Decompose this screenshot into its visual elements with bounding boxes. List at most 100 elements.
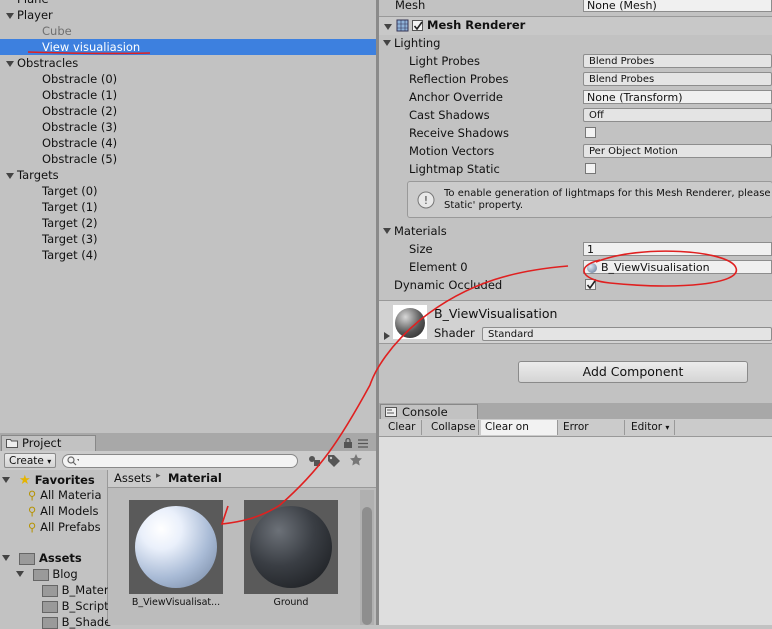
component-enabled-checkbox[interactable] (412, 20, 423, 31)
anchor-override-field[interactable]: None (Transform) (583, 90, 772, 104)
motion-vectors-dropdown[interactable]: Per Object Motion (583, 144, 772, 158)
clear-on-play-button[interactable]: Clear on Play (481, 420, 558, 448)
reflection-probes-row: Reflection Probes Blend Probes (379, 70, 772, 88)
hierarchy-item[interactable]: Target (0) (0, 183, 376, 199)
cast-shadows-dropdown[interactable]: Off (583, 108, 772, 122)
hierarchy-item[interactable]: Target (1) (0, 199, 376, 215)
chevron-down-icon[interactable] (6, 13, 14, 19)
size-field[interactable]: 1 (583, 242, 772, 256)
collapse-button[interactable]: Collapse (427, 420, 479, 435)
favorite-all-materials[interactable]: ⚲ All Materia (28, 488, 102, 502)
light-probes-dropdown[interactable]: Blend Probes (583, 54, 772, 68)
hierarchy-item-label: Obstracle (1) (42, 88, 118, 102)
chevron-down-icon[interactable] (2, 476, 10, 483)
hierarchy-item[interactable]: Target (3) (0, 231, 376, 247)
tab-project[interactable]: Project (1, 435, 96, 451)
filter-by-type-icon[interactable] (307, 454, 321, 467)
console-log-area[interactable] (379, 437, 772, 625)
hierarchy-item[interactable]: Obstracle (5) (0, 151, 376, 167)
folder-b-materials[interactable]: B_Mater (42, 583, 109, 597)
lock-icon[interactable] (343, 438, 353, 448)
anchor-override-label: Anchor Override (409, 90, 503, 104)
hierarchy-item[interactable]: Obstracle (0) (0, 71, 376, 87)
hierarchy-item[interactable]: Obstracle (4) (0, 135, 376, 151)
folder-b-shaders[interactable]: B_Shade (42, 615, 111, 629)
hierarchy-item-label: Player (17, 8, 53, 22)
hierarchy-item[interactable]: Obstracle (2) (0, 103, 376, 119)
folder-label: B_Shade (61, 615, 112, 629)
breadcrumb-assets[interactable]: Assets (114, 471, 151, 485)
scrollbar-track[interactable] (360, 490, 374, 625)
materials-row[interactable]: Materials (379, 222, 772, 240)
hierarchy-item[interactable]: Targets (0, 167, 376, 183)
chevron-down-icon[interactable] (383, 40, 391, 46)
hierarchy-item[interactable]: Plane (0, 0, 376, 7)
folder-label: B_Script (61, 599, 109, 613)
asset-thumb-view-visualisation[interactable] (129, 500, 223, 594)
favorite-all-models[interactable]: ⚲ All Models (28, 504, 99, 518)
breadcrumb-separator-icon: ▸ (156, 471, 161, 481)
lightmap-static-row: Lightmap Static (379, 160, 772, 178)
hierarchy-item-label: Target (0) (42, 184, 98, 198)
assets-header[interactable]: Assets (2, 551, 82, 565)
scrollbar-thumb[interactable] (362, 507, 372, 625)
clear-button[interactable]: Clear (384, 420, 422, 435)
mesh-label: Mesh (395, 0, 426, 12)
inspector-panel: Mesh None (Mesh) Mesh Renderer Lighting … (379, 0, 772, 400)
error-pause-button[interactable]: Error Pause (559, 420, 625, 448)
console-icon (385, 407, 397, 417)
receive-shadows-checkbox[interactable] (585, 127, 596, 138)
hierarchy-item-label: Cube (42, 24, 72, 38)
hierarchy-item[interactable]: Target (2) (0, 215, 376, 231)
folder-label: Blog (52, 567, 78, 581)
folder-icon (42, 616, 58, 629)
component-title: Mesh Renderer (427, 18, 526, 32)
tab-console[interactable]: Console (380, 404, 478, 419)
chevron-down-icon[interactable] (6, 61, 14, 67)
chevron-down-icon: ▾ (47, 457, 52, 466)
material-name: B_ViewVisualisation (434, 306, 558, 321)
asset-label: B_ViewVisualisat... (131, 597, 221, 608)
shader-dropdown[interactable]: Standard (482, 327, 772, 341)
add-component-button[interactable]: Add Component (518, 361, 748, 383)
hierarchy-item-label: Target (2) (42, 216, 98, 230)
folder-blog[interactable]: Blog (16, 567, 78, 581)
hierarchy-item[interactable]: Obstracle (3) (0, 119, 376, 135)
filter-by-label-icon[interactable] (327, 454, 341, 467)
chevron-down-icon[interactable] (2, 554, 10, 561)
mesh-field[interactable]: None (Mesh) (583, 0, 772, 12)
element0-field[interactable]: B_ViewVisualisation (583, 260, 772, 274)
cast-shadows-label: Cast Shadows (409, 108, 490, 122)
dynamic-occluded-checkbox[interactable] (585, 279, 596, 290)
material-sphere (135, 506, 217, 588)
light-probes-row: Light Probes Blend Probes (379, 52, 772, 70)
lightmap-static-checkbox[interactable] (585, 163, 596, 174)
asset-thumb-ground[interactable] (244, 500, 338, 594)
hierarchy-item[interactable]: View visualiasion (0, 39, 376, 55)
mesh-renderer-header[interactable]: Mesh Renderer (379, 17, 772, 35)
breadcrumb-material[interactable]: Material (168, 471, 222, 485)
chevron-down-icon[interactable] (383, 228, 391, 234)
hierarchy-item[interactable]: Target (4) (0, 247, 376, 263)
chevron-down-icon[interactable] (6, 173, 14, 179)
folder-b-scripts[interactable]: B_Script (42, 599, 109, 613)
menu-icon[interactable] (358, 439, 368, 448)
reflection-probes-dropdown[interactable]: Blend Probes (583, 72, 772, 86)
hierarchy-item[interactable]: Player (0, 7, 376, 23)
editor-dropdown[interactable]: Editor ▾ (627, 420, 675, 435)
chevron-down-icon[interactable] (16, 570, 24, 577)
hierarchy-item[interactable]: Obstracles (0, 55, 376, 71)
dynamic-occluded-row: Dynamic Occluded (379, 276, 772, 294)
chevron-down-icon[interactable] (384, 24, 392, 30)
hierarchy-item[interactable]: Obstracle (1) (0, 87, 376, 103)
search-input[interactable] (62, 454, 298, 468)
lightmap-static-label: Lightmap Static (409, 162, 500, 176)
favorite-all-prefabs[interactable]: ⚲ All Prefabs (28, 520, 101, 534)
lighting-row[interactable]: Lighting (379, 34, 772, 52)
hierarchy-item[interactable]: Cube (0, 23, 376, 39)
chevron-right-icon[interactable] (384, 332, 390, 340)
favorites-header[interactable]: ★ Favorites (2, 473, 95, 488)
folder-label: B_Mater (61, 583, 109, 597)
favorite-star-icon[interactable] (349, 453, 363, 467)
create-button[interactable]: Create ▾ (4, 453, 56, 468)
